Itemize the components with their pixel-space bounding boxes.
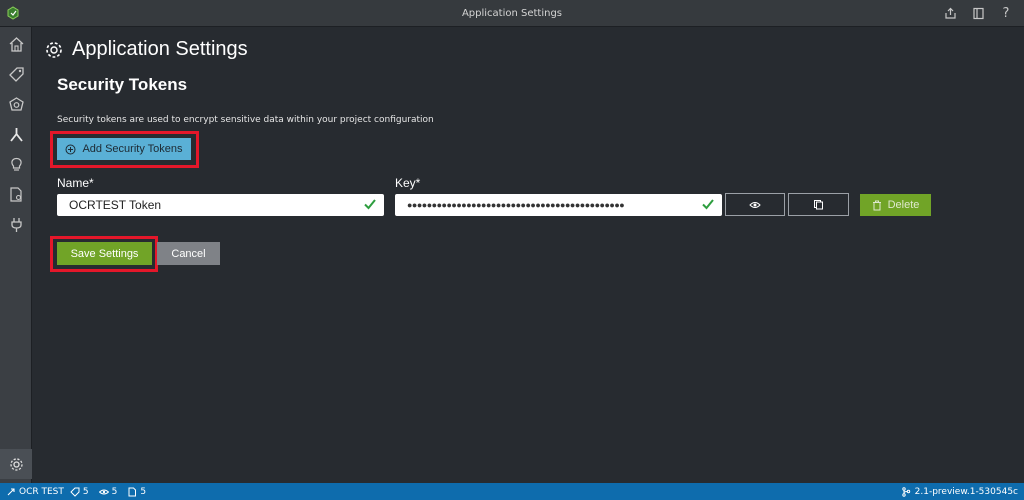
sidebar-item-settings[interactable] [0, 449, 32, 479]
gear-icon [9, 457, 23, 471]
token-name-value: OCRTEST Token [69, 198, 162, 212]
section-description: Security tokens are used to encrypt sens… [57, 115, 434, 125]
assets-count: 5 [140, 486, 147, 497]
window-title: Application Settings [461, 8, 563, 19]
sidebar-item-tags[interactable] [0, 59, 32, 89]
sidebar-item-train[interactable] [0, 119, 32, 149]
plus-circle-icon [65, 144, 76, 154]
page-header: Application Settings [44, 38, 248, 61]
add-security-tokens-button[interactable]: Add Security Tokens [57, 138, 191, 160]
status-bar: OCR TEST 5 5 5 2.1-preview.1-530545c [0, 483, 1024, 500]
add-security-tokens-label: Add Security Tokens [82, 143, 183, 155]
visited-count: 5 [111, 486, 118, 497]
tag-icon [70, 487, 80, 497]
delete-token-button[interactable]: Delete [860, 194, 931, 216]
cancel-button[interactable]: Cancel [157, 242, 220, 265]
help-icon[interactable]: ? [998, 6, 1014, 22]
tags-count: 5 [82, 486, 89, 497]
key-label: Key* [395, 176, 421, 190]
sidebar-item-home[interactable] [0, 29, 32, 59]
section-title: Security Tokens [57, 75, 188, 94]
page-title: Application Settings [72, 38, 248, 60]
lightbulb-icon [10, 157, 22, 171]
show-key-button[interactable] [725, 193, 785, 216]
save-settings-button[interactable]: Save Settings [57, 242, 152, 265]
cancel-label: Cancel [171, 247, 206, 260]
name-label: Name* [57, 176, 94, 190]
title-bar: Application Settings ? [0, 0, 1024, 27]
eye-icon [98, 489, 109, 494]
check-icon [702, 199, 714, 210]
sidebar-item-analyze[interactable] [0, 179, 32, 209]
merge-icon [9, 127, 23, 142]
gear-icon [46, 41, 62, 58]
delete-label: Delete [887, 199, 920, 211]
status-project[interactable]: OCR TEST [6, 487, 64, 497]
status-version[interactable]: 2.1-preview.1-530545c [901, 483, 1018, 500]
share-icon[interactable] [942, 6, 958, 22]
project-name: OCR TEST [19, 486, 64, 497]
token-key-input[interactable]: ●●●●●●●●●●●●●●●●●●●●●●●●●●●●●●●●●●●●●●●●… [395, 194, 722, 216]
version-label: 2.1-preview.1-530545c [914, 486, 1018, 497]
sidebar-item-model[interactable] [0, 89, 32, 119]
branch-icon [901, 486, 910, 497]
token-name-input[interactable]: OCRTEST Token [57, 194, 384, 216]
status-tags[interactable]: 5 [70, 487, 89, 497]
status-visited[interactable]: 5 [98, 486, 118, 497]
home-icon [9, 36, 23, 52]
sidebar [0, 27, 32, 483]
trash-icon [872, 200, 881, 210]
main-content: Application Settings Security Tokens Sec… [33, 27, 1024, 483]
book-icon[interactable] [970, 6, 986, 22]
save-settings-label: Save Settings [70, 247, 139, 260]
check-icon [364, 199, 376, 210]
copy-icon [814, 200, 823, 210]
plug-icon [10, 217, 22, 232]
sidebar-item-connections[interactable] [0, 209, 32, 239]
rocket-icon [7, 487, 15, 495]
document-icon [128, 487, 137, 496]
document-search-icon [9, 186, 22, 202]
eye-icon [749, 201, 761, 208]
status-assets[interactable]: 5 [127, 487, 146, 497]
token-key-value: ●●●●●●●●●●●●●●●●●●●●●●●●●●●●●●●●●●●●●●●●… [407, 200, 625, 210]
copy-key-button[interactable] [788, 193, 849, 216]
model-icon [8, 96, 24, 111]
sidebar-item-insights[interactable] [0, 149, 32, 179]
tag-icon [8, 66, 24, 82]
